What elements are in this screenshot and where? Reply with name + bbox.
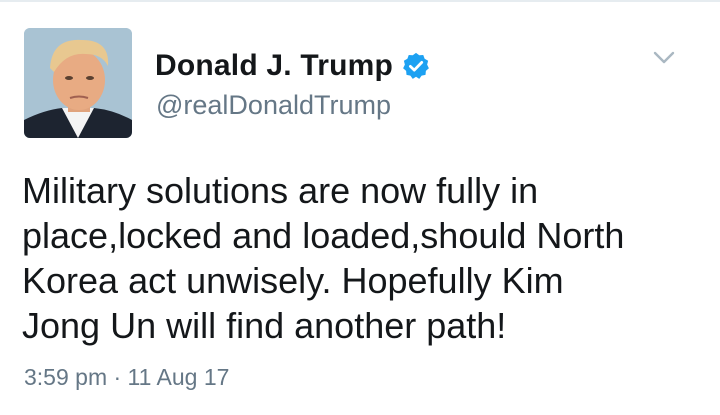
tweet-timestamp[interactable]: 3:59 pm · 11 Aug 17 [24, 364, 229, 391]
chevron-down-icon[interactable] [652, 50, 676, 66]
user-handle[interactable]: @realDonaldTrump [156, 90, 391, 121]
avatar[interactable] [24, 28, 132, 138]
tweet-text: Military solutions are now fully in plac… [22, 170, 625, 346]
author-name-row: Donald J. Trump [155, 46, 431, 86]
avatar-image [24, 28, 132, 138]
tweet-card: Donald J. Trump @realDonaldTrump Militar… [0, 0, 720, 415]
display-name[interactable]: Donald J. Trump [155, 49, 393, 83]
verified-badge-icon [401, 51, 431, 81]
